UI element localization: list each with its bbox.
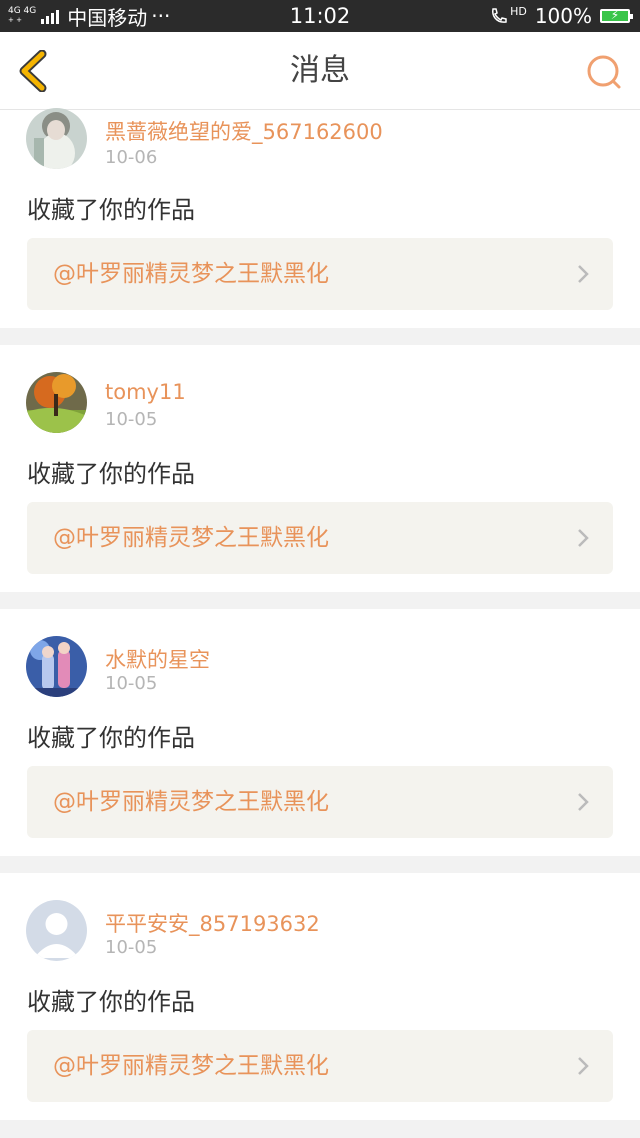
chevron-right-icon [577,1056,589,1076]
nav-bar: 消息 [0,32,640,110]
work-link[interactable]: @叶罗丽精灵梦之王默黑化 [27,1030,613,1102]
hd-label: HD [510,4,527,18]
search-icon[interactable] [584,52,624,92]
message-date: 10-05 [105,937,158,958]
chevron-right-icon [577,264,589,284]
action-text: 收藏了你的作品 [27,460,195,488]
status-bar: 4G 4G + + 中国移动 ··· 11:02 HD 100% ⚡ [0,0,640,32]
avatar[interactable] [26,900,87,961]
avatar[interactable] [26,372,87,433]
action-text: 收藏了你的作品 [27,988,195,1016]
work-title: @叶罗丽精灵梦之王默黑化 [53,1053,329,1079]
battery-icon: ⚡ [600,8,633,23]
page-title: 消息 [290,53,350,88]
action-text: 收藏了你的作品 [27,196,195,224]
username[interactable]: tomy11 [105,380,186,404]
message-date: 10-06 [105,147,158,168]
message-date: 10-05 [105,409,158,430]
username[interactable]: 平平安安_857193632 [105,908,320,938]
work-link[interactable]: @叶罗丽精灵梦之王默黑化 [27,238,613,310]
action-text: 收藏了你的作品 [27,724,195,752]
username[interactable]: 水默的星空 [105,644,210,674]
message-card: 水默的星空 10-05 收藏了你的作品 @叶罗丽精灵梦之王默黑化 [0,609,640,856]
message-card: tomy11 10-05 收藏了你的作品 @叶罗丽精灵梦之王默黑化 [0,345,640,592]
battery-percent: 100% [534,4,592,28]
work-title: @叶罗丽精灵梦之王默黑化 [53,261,329,287]
chevron-right-icon [577,528,589,548]
username[interactable]: 黑蔷薇绝望的爱_567162600 [105,116,383,146]
work-title: @叶罗丽精灵梦之王默黑化 [53,525,329,551]
work-title: @叶罗丽精灵梦之王默黑化 [53,789,329,815]
message-card: 平平安安_857193632 10-05 收藏了你的作品 @叶罗丽精灵梦之王默黑… [0,873,640,1120]
avatar[interactable] [26,636,87,697]
work-link[interactable]: @叶罗丽精灵梦之王默黑化 [27,502,613,574]
hd-call-icon: HD [489,4,527,26]
status-right: HD 100% ⚡ [489,0,633,32]
message-date: 10-05 [105,673,158,694]
work-link[interactable]: @叶罗丽精灵梦之王默黑化 [27,766,613,838]
message-card: 黑蔷薇绝望的爱_567162600 10-06 收藏了你的作品 @叶罗丽精灵梦之… [0,108,640,328]
avatar[interactable] [26,108,87,169]
chevron-right-icon [577,792,589,812]
